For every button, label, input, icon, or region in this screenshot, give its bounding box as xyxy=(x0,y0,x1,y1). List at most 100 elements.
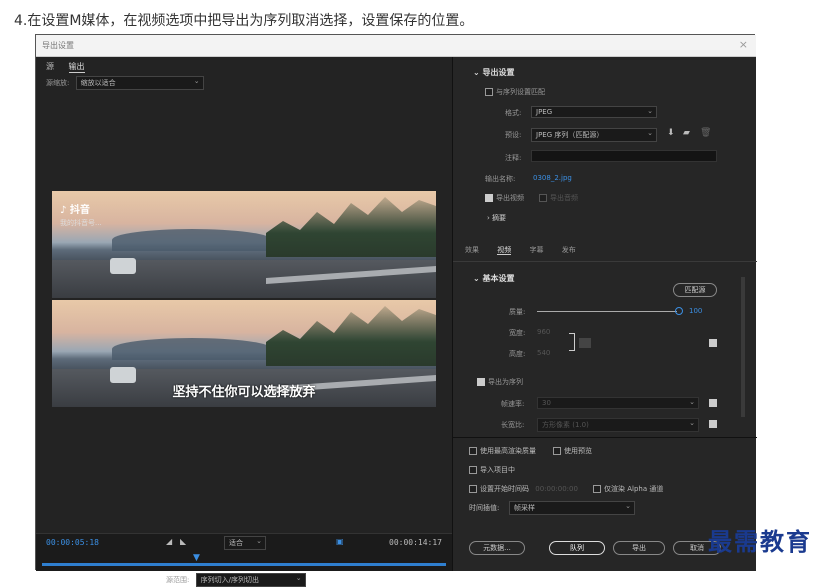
delete-preset-icon[interactable]: 🗑 xyxy=(700,128,711,138)
output-name-label: 输出名称: xyxy=(485,175,516,183)
quality-value[interactable]: 100 xyxy=(689,307,702,315)
tiktok-logo: ♪ 抖音 我的抖音号... xyxy=(60,201,102,228)
match-sequence-row[interactable]: 与序列设置匹配 xyxy=(485,87,545,97)
quality-slider[interactable] xyxy=(537,311,677,312)
aspect-select[interactable]: 方形像素 (1.0) ⌄ xyxy=(537,418,699,432)
trees xyxy=(266,306,436,366)
preview-panel: 源 输出 源缩放: 缩放以适合 ⌄ ♪ 抖音 我的抖音号... 坚持不住你可以选… xyxy=(36,57,452,587)
save-preset-icon[interactable]: ⬇ xyxy=(667,128,675,138)
import-project-checkbox[interactable] xyxy=(469,466,477,474)
playhead-icon[interactable]: ▼ xyxy=(193,553,200,563)
import-preset-icon[interactable]: ▰ xyxy=(683,128,690,138)
tab-output[interactable]: 输出 xyxy=(68,62,85,73)
source-scaling-row: 源缩放: 缩放以适合 ⌄ xyxy=(46,76,204,90)
match-sequence-checkbox[interactable] xyxy=(485,88,493,96)
crop-icon[interactable]: ▣ xyxy=(336,537,344,546)
trees xyxy=(266,197,436,257)
interpolation-select[interactable]: 帧采样 ⌄ xyxy=(509,501,635,515)
watermark-logo: 最需教育 xyxy=(708,527,812,556)
settings-tabs: 效果 视频 字幕 发布 xyxy=(465,245,576,255)
fit-zoom-value: 适合 xyxy=(229,539,243,547)
fit-zoom-select[interactable]: 适合 ⌄ xyxy=(224,536,266,550)
quality-label: 质量: xyxy=(509,308,526,316)
close-icon[interactable]: × xyxy=(739,38,748,51)
aspect-value: 方形像素 (1.0) xyxy=(542,421,589,429)
export-video-checkbox[interactable] xyxy=(485,194,493,202)
basic-settings-heading[interactable]: ⌄ 基本设置 xyxy=(473,273,515,284)
format-label: 格式: xyxy=(505,109,522,117)
match-source-button[interactable]: 匹配源 xyxy=(673,283,717,297)
chevron-down-icon: ⌄ xyxy=(689,419,695,427)
tab-captions[interactable]: 字幕 xyxy=(529,246,543,254)
timeline-track[interactable] xyxy=(42,563,446,566)
source-range-select[interactable]: 序列切入/序列切出 ⌄ xyxy=(195,573,306,587)
current-timecode[interactable]: 00:00:05:18 xyxy=(46,538,99,547)
tab-source[interactable]: 源 xyxy=(46,62,54,71)
chevron-down-icon: ⌄ xyxy=(193,77,200,85)
export-audio-row[interactable]: 导出音频 xyxy=(539,193,578,203)
chevron-down-icon: ⌄ xyxy=(647,107,653,115)
set-out-point-icon[interactable]: ◣ xyxy=(180,537,186,546)
link-bracket xyxy=(569,333,575,351)
hill xyxy=(112,338,272,360)
logo-subtext: 我的抖音号... xyxy=(60,219,102,227)
format-select[interactable]: JPEG ⌄ xyxy=(531,106,657,118)
comment-input[interactable] xyxy=(531,150,717,162)
timeline-bar: 00:00:05:18 ◢ ◣ 适合 ⌄ ▣ 00:00:14:17 ▼ 源范围… xyxy=(36,533,452,587)
preset-select[interactable]: JPEG 序列（匹配源） ⌄ xyxy=(531,128,657,142)
instruction-caption: 4.在设置M媒体，在视频选项中把导出为序列取消选择，设置保存的位置。 xyxy=(14,13,474,29)
import-project-row[interactable]: 导入项目中 xyxy=(469,465,515,475)
start-timecode-value: 00:00:00:00 xyxy=(535,485,578,493)
frame-rate-override-checkbox[interactable] xyxy=(709,399,717,407)
chain-icon[interactable] xyxy=(579,338,591,348)
frame-rate-select[interactable]: 30 ⌄ xyxy=(537,397,699,409)
source-range-value: 序列切入/序列切出 xyxy=(200,576,259,584)
export-as-sequence-row[interactable]: 导出为序列 xyxy=(477,377,523,387)
max-render-row[interactable]: 使用最高渲染质量 xyxy=(469,446,536,456)
tab-effects[interactable]: 效果 xyxy=(465,246,479,254)
end-timecode: 00:00:14:17 xyxy=(389,538,442,547)
width-label: 宽度: xyxy=(509,329,526,337)
tab-video[interactable]: 视频 xyxy=(497,246,512,255)
aspect-override-checkbox[interactable] xyxy=(709,420,717,428)
render-alpha-checkbox[interactable] xyxy=(593,485,601,493)
start-timecode-row[interactable]: 设置开始时间码 00:00:00:00 xyxy=(469,484,578,494)
comment-label: 注释: xyxy=(505,154,522,162)
source-range-label: 源范围: xyxy=(166,576,190,584)
export-settings-heading[interactable]: ⌄ 导出设置 xyxy=(473,67,515,78)
queue-button[interactable]: 队列 xyxy=(549,541,605,555)
height-label: 高度: xyxy=(509,350,526,358)
dialog-titlebar: 导出设置 × xyxy=(36,35,756,57)
render-alpha-row[interactable]: 仅渲染 Alpha 通道 xyxy=(593,484,663,494)
tab-publish[interactable]: 发布 xyxy=(562,246,576,254)
car xyxy=(110,258,136,274)
scrollbar[interactable] xyxy=(741,277,745,417)
set-in-point-icon[interactable]: ◢ xyxy=(166,537,172,546)
chevron-down-icon: ⌄ xyxy=(256,537,262,545)
source-scaling-label: 源缩放: xyxy=(46,79,70,87)
width-value: 960 xyxy=(537,328,551,336)
max-render-checkbox[interactable] xyxy=(469,447,477,455)
use-preview-row[interactable]: 使用预览 xyxy=(553,446,592,456)
output-name-link[interactable]: 0308_2.jpg xyxy=(533,174,572,182)
quality-slider-handle[interactable] xyxy=(675,307,683,315)
source-range-row: 源范围: 序列切入/序列切出 ⌄ xyxy=(166,573,306,587)
export-as-sequence-checkbox[interactable] xyxy=(477,378,485,386)
summary-heading[interactable]: › 摘要 xyxy=(487,213,506,223)
preset-label: 预设: xyxy=(505,131,522,139)
aspect-label: 长宽比: xyxy=(501,421,525,429)
interpolation-label: 时间插值: xyxy=(469,504,500,512)
export-audio-checkbox[interactable] xyxy=(539,194,547,202)
override-checkbox[interactable] xyxy=(709,339,717,347)
export-video-row[interactable]: 导出视频 xyxy=(485,193,524,203)
source-scaling-select[interactable]: 缩放以适合 ⌄ xyxy=(75,76,204,90)
export-button[interactable]: 导出 xyxy=(613,541,665,555)
metadata-button[interactable]: 元数据... xyxy=(469,541,525,555)
use-preview-checkbox[interactable] xyxy=(553,447,561,455)
logo-icon: ♪ xyxy=(60,205,67,216)
source-scaling-value: 缩放以适合 xyxy=(80,79,116,87)
start-timecode-checkbox[interactable] xyxy=(469,485,477,493)
video-subtitle: 坚持不住你可以选择放弃 xyxy=(172,385,316,400)
chevron-down-icon: ⌄ xyxy=(689,398,695,406)
preview-frame-top: ♪ 抖音 我的抖音号... xyxy=(52,191,436,298)
